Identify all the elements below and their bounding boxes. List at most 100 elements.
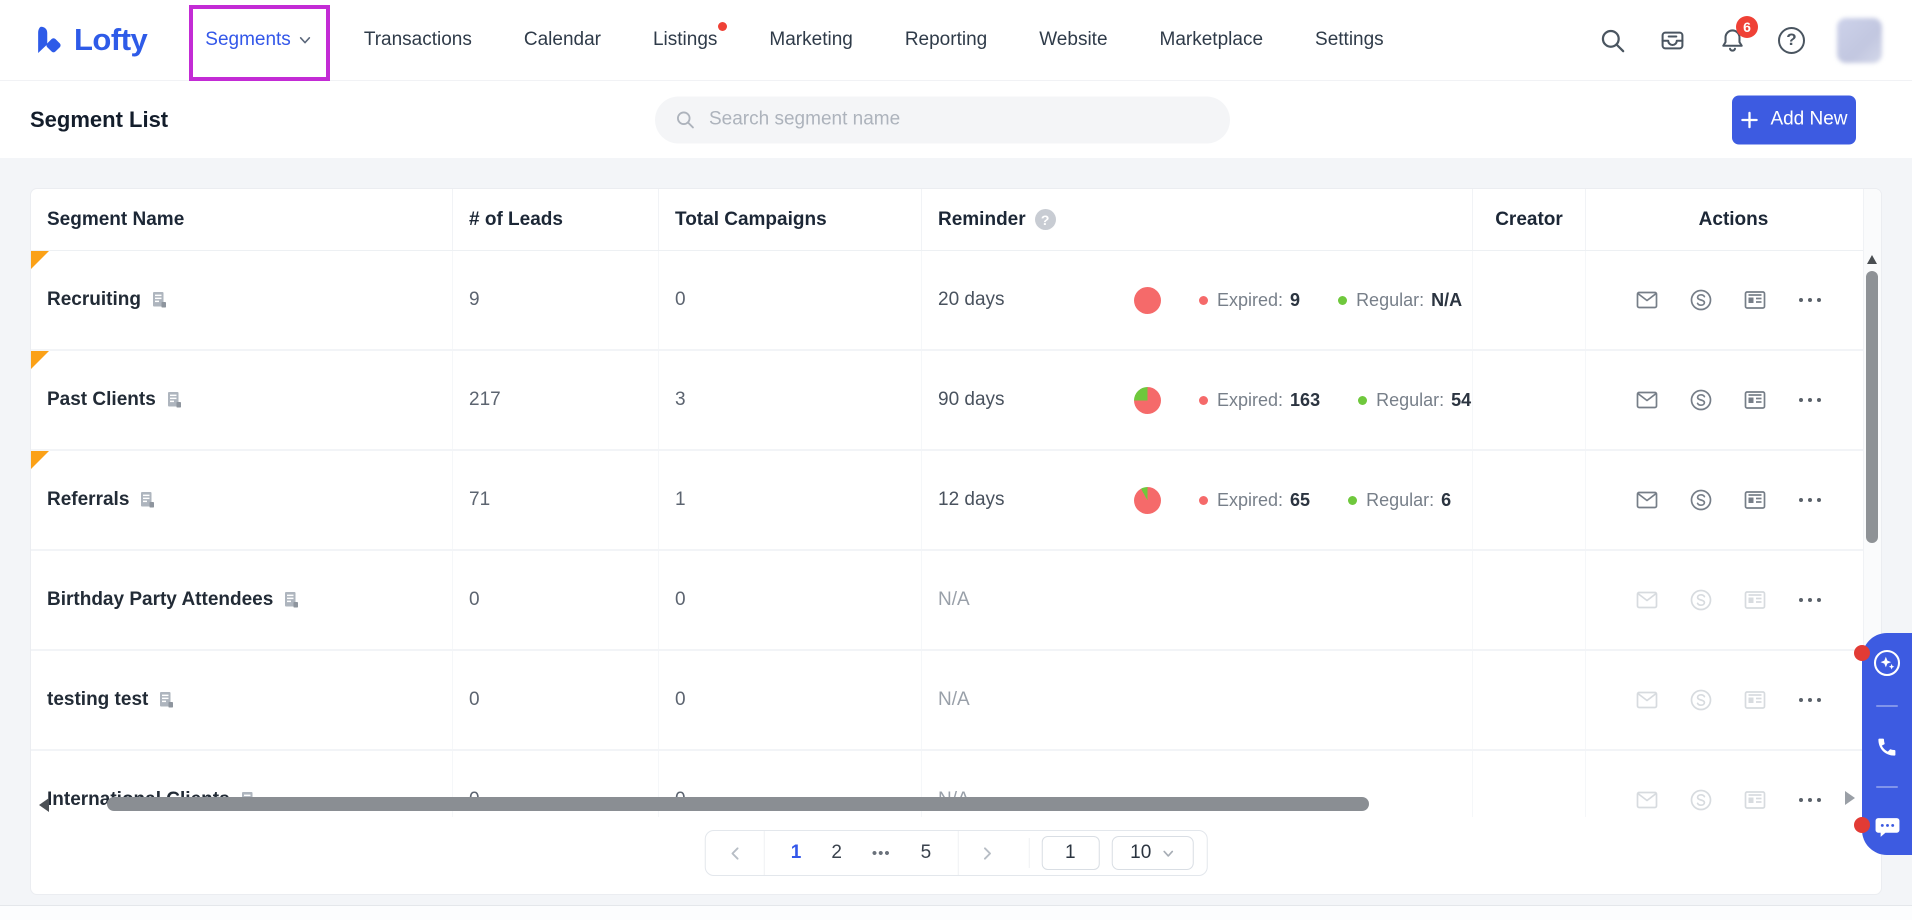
inbox-icon[interactable] <box>1658 27 1687 54</box>
horizontal-scrollbar-thumb[interactable] <box>107 797 1369 811</box>
phone-icon[interactable] <box>1875 735 1899 759</box>
add-new-label: Add New <box>1770 109 1847 131</box>
reminder-detail: Expired: 163 Regular: 54 <box>1134 387 1471 414</box>
segment-name-link[interactable]: Recruiting <box>47 289 141 311</box>
column-header: Creator <box>1473 189 1586 250</box>
divider <box>1876 705 1898 707</box>
smart-plan-action-icon[interactable] <box>1689 388 1713 412</box>
search-icon[interactable] <box>1599 27 1626 54</box>
reminder-detail: Expired: 9 Regular: N/A <box>1134 287 1462 314</box>
nav-item-label: Settings <box>1315 29 1384 51</box>
smart-plan-action-icon[interactable] <box>1689 488 1713 512</box>
flag-corner-icon <box>31 451 49 469</box>
segment-name-link[interactable]: Referrals <box>47 489 129 511</box>
newsletter-action-icon[interactable] <box>1743 289 1767 311</box>
email-action-icon[interactable] <box>1635 589 1659 611</box>
nav-item-reporting[interactable]: Reporting <box>905 29 987 51</box>
column-header-label: Segment Name <box>47 209 184 231</box>
smart-plan-action-icon[interactable] <box>1689 288 1713 312</box>
column-header-label: Creator <box>1495 209 1563 231</box>
nav-item-calendar[interactable]: Calendar <box>524 29 601 51</box>
help-icon[interactable]: ? <box>1778 27 1805 54</box>
collapse-handle-icon[interactable] <box>1845 791 1855 805</box>
add-new-button[interactable]: Add New <box>1732 95 1856 144</box>
help-icon[interactable]: ? <box>1035 209 1056 230</box>
segment-report-icon[interactable] <box>151 291 168 310</box>
main-content: Segment Name# of LeadsTotal CampaignsRem… <box>0 158 1912 920</box>
scroll-left-arrow[interactable] <box>39 798 49 812</box>
regular-dot-icon <box>1348 496 1357 505</box>
more-actions-icon[interactable] <box>1797 396 1823 404</box>
notification-dot <box>1854 817 1870 833</box>
page-number[interactable]: 2 <box>831 842 842 864</box>
creator-cell <box>1473 651 1586 749</box>
search-input[interactable] <box>707 108 1210 132</box>
segment-search[interactable] <box>655 96 1230 143</box>
page-jump-input[interactable] <box>1041 836 1099 870</box>
chat-icon[interactable] <box>1874 815 1901 840</box>
segment-name-link[interactable]: Birthday Party Attendees <box>47 589 273 611</box>
previous-page-button[interactable] <box>706 831 764 875</box>
more-actions-icon[interactable] <box>1797 296 1823 304</box>
nav-item-transactions[interactable]: Transactions <box>364 29 472 51</box>
more-actions-icon[interactable] <box>1797 696 1823 704</box>
table-row: Recruiting 9 0 20 days Expired: 9 <box>31 251 1881 351</box>
campaigns-count: 3 <box>659 351 922 449</box>
nav-item-website[interactable]: Website <box>1039 29 1107 51</box>
more-actions-icon[interactable] <box>1797 496 1823 504</box>
email-action-icon[interactable] <box>1635 289 1659 311</box>
reminder-days: N/A <box>938 689 1114 711</box>
more-actions-icon[interactable] <box>1797 596 1823 604</box>
plus-icon <box>1740 110 1759 129</box>
vertical-scrollbar-thumb[interactable] <box>1866 271 1878 543</box>
next-page-button[interactable] <box>958 831 1016 875</box>
email-action-icon[interactable] <box>1635 389 1659 411</box>
email-action-icon[interactable] <box>1635 489 1659 511</box>
regular-count: 54 <box>1451 390 1471 411</box>
newsletter-action-icon[interactable] <box>1743 689 1767 711</box>
chevron-left-icon <box>727 846 742 861</box>
nav-item-listings[interactable]: Listings <box>653 29 717 51</box>
table-row: Referrals 71 1 12 days Expired: 6 <box>31 451 1881 551</box>
nav-item-label: Website <box>1039 29 1107 51</box>
leads-count: 217 <box>453 351 659 449</box>
column-header-label: Reminder <box>938 209 1026 231</box>
nav-item-marketing[interactable]: Marketing <box>769 29 852 51</box>
expired-legend: Expired: 163 <box>1199 390 1320 411</box>
lofty-logo[interactable]: Lofty <box>30 22 147 58</box>
segment-report-icon[interactable] <box>158 691 175 710</box>
leads-count: 9 <box>453 251 659 349</box>
email-action-icon[interactable] <box>1635 689 1659 711</box>
column-header: Segment Name <box>31 189 453 250</box>
page-number[interactable]: 1 <box>791 842 802 864</box>
nav-item-label: Segments <box>205 29 291 51</box>
newsletter-action-icon[interactable] <box>1743 389 1767 411</box>
smart-plan-action-icon[interactable] <box>1689 588 1713 612</box>
page-size-select[interactable]: 10 <box>1111 836 1193 870</box>
newsletter-action-icon[interactable] <box>1743 489 1767 511</box>
page-size-value: 10 <box>1130 842 1151 864</box>
page-ellipsis[interactable]: ••• <box>872 845 891 862</box>
user-avatar[interactable] <box>1837 18 1882 63</box>
nav-item-segments[interactable]: Segments <box>205 29 312 51</box>
newsletter-action-icon[interactable] <box>1743 589 1767 611</box>
scroll-up-arrow[interactable] <box>1867 255 1877 264</box>
column-header: Actions <box>1586 189 1881 250</box>
page-number[interactable]: 5 <box>921 842 932 864</box>
smart-plan-action-icon[interactable] <box>1689 688 1713 712</box>
ai-assistant-icon[interactable] <box>1872 648 1902 678</box>
segment-report-icon[interactable] <box>283 591 300 610</box>
segment-name-link[interactable]: Past Clients <box>47 389 156 411</box>
segment-report-icon[interactable] <box>166 391 183 410</box>
notification-badge: 6 <box>1736 16 1758 38</box>
segment-report-icon[interactable] <box>139 491 156 510</box>
regular-legend: Regular: N/A <box>1338 290 1462 311</box>
campaigns-count: 0 <box>659 651 922 749</box>
regular-count: N/A <box>1431 290 1462 311</box>
notifications-bell-icon[interactable]: 6 <box>1719 26 1746 54</box>
nav-item-settings[interactable]: Settings <box>1315 29 1384 51</box>
nav-right-icons: 6 ? <box>1599 18 1882 63</box>
segment-name-link[interactable]: testing test <box>47 689 148 711</box>
nav-item-marketplace[interactable]: Marketplace <box>1160 29 1264 51</box>
column-header-label: # of Leads <box>469 209 563 231</box>
